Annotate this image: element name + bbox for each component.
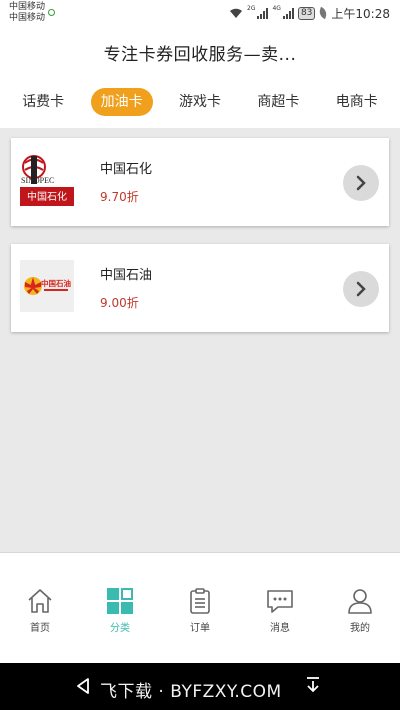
tab-supermarket-card[interactable]: 商超卡: [247, 88, 309, 116]
clipboard-icon: [190, 588, 210, 614]
tab-phone-card[interactable]: 话费卡: [12, 88, 74, 116]
nav-home[interactable]: 首页: [0, 553, 80, 663]
nav-profile[interactable]: 我的: [320, 553, 400, 663]
tab-ecommerce-card[interactable]: 电商卡: [326, 88, 388, 116]
card-name: 中国石化: [100, 162, 153, 177]
watermark-text: 飞下载 · BYFZXY.COM: [100, 682, 282, 702]
nav-label: 订单: [190, 623, 210, 634]
nav-orders[interactable]: 订单: [160, 553, 240, 663]
back-icon[interactable]: [75, 677, 91, 695]
card-item-petrochina[interactable]: 中国石油 中国石油 9.00折: [11, 244, 389, 332]
nav-label: 消息: [270, 623, 290, 634]
card-item-sinopec[interactable]: SINOPEC 中国石化 中国石化 9.70折: [11, 138, 389, 226]
home-icon: [28, 589, 52, 613]
category-tabs: 话费卡 加油卡 游戏卡 商超卡 电商卡: [0, 76, 400, 128]
signal-icon-2: [282, 7, 294, 19]
petrochina-logo-text: 中国石油: [41, 278, 71, 288]
pull-down-icon[interactable]: [305, 676, 321, 694]
carrier-line-1: 中国移动: [9, 2, 46, 12]
open-detail-button[interactable]: [343, 271, 379, 307]
battery-icon: 83: [297, 6, 316, 20]
card-name: 中国石油: [100, 268, 153, 283]
wifi-icon: [230, 8, 243, 18]
clock: 上午10:28: [331, 6, 390, 21]
sinopec-logo-text: 中国石化: [27, 190, 67, 203]
nav-label: 分类: [110, 623, 130, 634]
nav-messages[interactable]: 消息: [240, 553, 320, 663]
open-detail-button[interactable]: [343, 165, 379, 201]
carrier-line-2: 中国移动: [9, 13, 46, 23]
bottom-nav: 首页 分类 订单 消息 我的: [0, 552, 400, 663]
category-icon: [107, 588, 133, 614]
signal-icon-1: [257, 7, 269, 19]
tab-fuel-card[interactable]: 加油卡: [90, 88, 153, 116]
carrier-info: 中国移动 中国移动: [9, 2, 45, 24]
chevron-right-icon: [356, 281, 366, 297]
network-type-label-1: 2G: [247, 5, 256, 12]
app-notification-icon: [48, 9, 55, 16]
sinopec-logo: SINOPEC 中国石化: [20, 154, 74, 206]
status-indicators: 2G 4G 83 上午10:28: [229, 5, 390, 21]
network-type-label-2: 4G: [272, 5, 281, 12]
status-bar: 中国移动 中国移动 2G 4G 83 上午10:28: [0, 0, 400, 26]
nav-category[interactable]: 分类: [80, 553, 160, 663]
page-title: 专注卡券回收服务—卖...: [103, 45, 297, 65]
system-nav-bar: 飞下载 · BYFZXY.COM: [0, 663, 400, 710]
card-discount: 9.00折: [100, 296, 139, 310]
sinopec-brand-text: SINOPEC: [21, 176, 54, 185]
nav-label: 我的: [350, 623, 370, 634]
nav-label: 首页: [30, 623, 50, 634]
power-saving-icon: [317, 6, 329, 20]
header: 专注卡券回收服务—卖...: [0, 26, 400, 76]
petrochina-logo: 中国石油: [20, 260, 74, 312]
user-icon: [348, 589, 372, 614]
tab-game-card[interactable]: 游戏卡: [169, 88, 231, 116]
card-discount: 9.70折: [100, 190, 139, 204]
chevron-right-icon: [356, 175, 366, 191]
message-icon: [267, 590, 293, 613]
